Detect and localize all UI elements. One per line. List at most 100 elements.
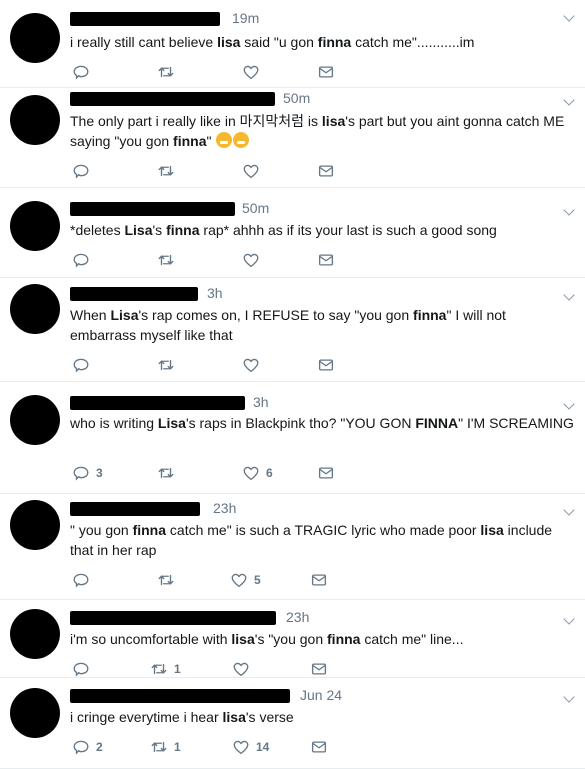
tweet-text-segment: The only part i really like in 마지막처럼 is [70,113,322,129]
tweet-timestamp[interactable]: Jun 24 [300,687,342,703]
tweet-timestamp[interactable]: 50m [283,90,310,106]
redacted-username [70,396,245,410]
reply-icon [72,738,90,756]
message-button[interactable] [317,464,335,482]
message-button[interactable] [317,356,335,374]
message-button[interactable] [310,738,328,756]
reply-button[interactable] [72,660,90,678]
tweet-timestamp[interactable]: 23h [213,500,236,516]
likes-count: 14 [256,740,270,754]
message-button[interactable] [310,660,328,678]
like-button[interactable]: 5 [230,571,261,589]
reply-icon [72,571,90,589]
tweet-text: i cringe everytime i hear lisa's verse [70,707,575,727]
avatar[interactable] [10,201,60,251]
tweet[interactable]: 50m The only part i really like in 마지막처럼 … [0,88,585,188]
tweet-text: " you gon finna catch me" is such a TRAG… [70,520,575,560]
reply-button[interactable] [72,251,90,269]
reply-button[interactable] [72,162,90,180]
avatar[interactable] [10,609,60,659]
tweet-text-segment: 's [152,222,167,238]
tweet-text-segment: " [206,133,216,149]
caret-down-icon[interactable] [563,613,575,625]
like-button[interactable]: 6 [242,464,273,482]
like-icon [242,63,260,81]
tweet-text-segment: When [70,307,111,323]
retweet-icon [157,571,175,589]
tweet-timestamp[interactable]: 19m [232,10,259,26]
like-button[interactable] [242,162,260,180]
caret-down-icon[interactable] [563,204,575,216]
tweet-text-segment: catch me"...........im [351,34,475,50]
reply-button[interactable] [72,571,90,589]
tweet-timestamp[interactable]: 50m [242,200,269,216]
tweet[interactable]: 23h i'm so uncomfortable with lisa's "you… [0,600,585,678]
reply-icon [72,464,90,482]
tweet-text-segment: *deletes [70,222,125,238]
highlighted-keyword: finna [413,307,447,323]
like-icon [232,660,250,678]
highlighted-keyword: finna [132,522,167,538]
avatar[interactable] [10,500,60,550]
caret-down-icon[interactable] [563,691,575,703]
tweet[interactable]: 50m *deletes Lisa's finna rap* ahhh as if… [0,188,585,278]
highlighted-keyword: Lisa [110,307,139,323]
like-button[interactable] [232,660,250,678]
highlighted-keyword: finna [327,631,361,647]
tweet[interactable]: 19m i really still cant believe lisa said… [0,0,585,88]
retweet-button[interactable] [157,356,175,374]
avatar[interactable] [10,688,60,738]
retweet-button[interactable]: 1 [150,660,181,678]
retweet-icon [157,464,175,482]
like-button[interactable] [242,63,260,81]
tweet-text-segment: said "u gon [240,34,318,50]
avatar[interactable] [10,284,60,334]
caret-down-icon[interactable] [563,10,575,22]
reply-button[interactable] [72,356,90,374]
tweet-timestamp[interactable]: 3h [207,285,223,301]
redacted-username [70,611,276,625]
like-button[interactable] [242,251,260,269]
avatar[interactable] [10,95,60,145]
reply-icon [72,660,90,678]
tweet-text: When Lisa's rap comes on, I REFUSE to sa… [70,305,575,345]
retweet-icon [157,356,175,374]
tweet-timestamp[interactable]: 23h [286,609,309,625]
retweet-button[interactable] [157,251,175,269]
caret-down-icon[interactable] [563,94,575,106]
highlighted-keyword: FINNA [415,415,459,431]
like-icon [242,251,260,269]
tweet[interactable]: 3h who is writing Lisa's raps in Blackpin… [0,382,585,494]
like-icon [242,464,260,482]
like-button[interactable]: 14 [232,738,269,756]
caret-down-icon[interactable] [563,504,575,516]
avatar[interactable] [10,13,60,63]
tweet[interactable]: 23h " you gon finna catch me" is such a T… [0,494,585,600]
tweet-timestamp[interactable]: 3h [253,394,269,410]
likes-count: 6 [266,466,273,480]
tweet[interactable]: 3h When Lisa's rap comes on, I REFUSE to … [0,278,585,382]
retweet-button[interactable] [157,162,175,180]
like-button[interactable] [242,356,260,374]
reply-button[interactable] [72,63,90,81]
tweet[interactable]: Jun 24 i cringe everytime i hear lisa's v… [0,678,585,769]
message-button[interactable] [310,571,328,589]
caret-down-icon[interactable] [563,289,575,301]
retweet-button[interactable] [157,571,175,589]
highlighted-keyword: Lisa [157,415,186,431]
retweet-button[interactable]: 1 [150,738,181,756]
retweets-count: 1 [174,662,181,676]
retweet-button[interactable] [157,464,175,482]
message-button[interactable] [317,162,335,180]
avatar[interactable] [10,395,60,445]
reply-button[interactable]: 2 [72,738,103,756]
caret-down-icon[interactable] [563,398,575,410]
tweet-text: i really still cant believe lisa said "u… [70,32,575,52]
retweet-button[interactable] [157,63,175,81]
reply-button[interactable]: 3 [72,464,103,482]
message-button[interactable] [317,63,335,81]
highlighted-keyword: lisa [321,113,346,129]
like-icon [242,356,260,374]
retweet-icon [157,251,175,269]
message-button[interactable] [317,251,335,269]
